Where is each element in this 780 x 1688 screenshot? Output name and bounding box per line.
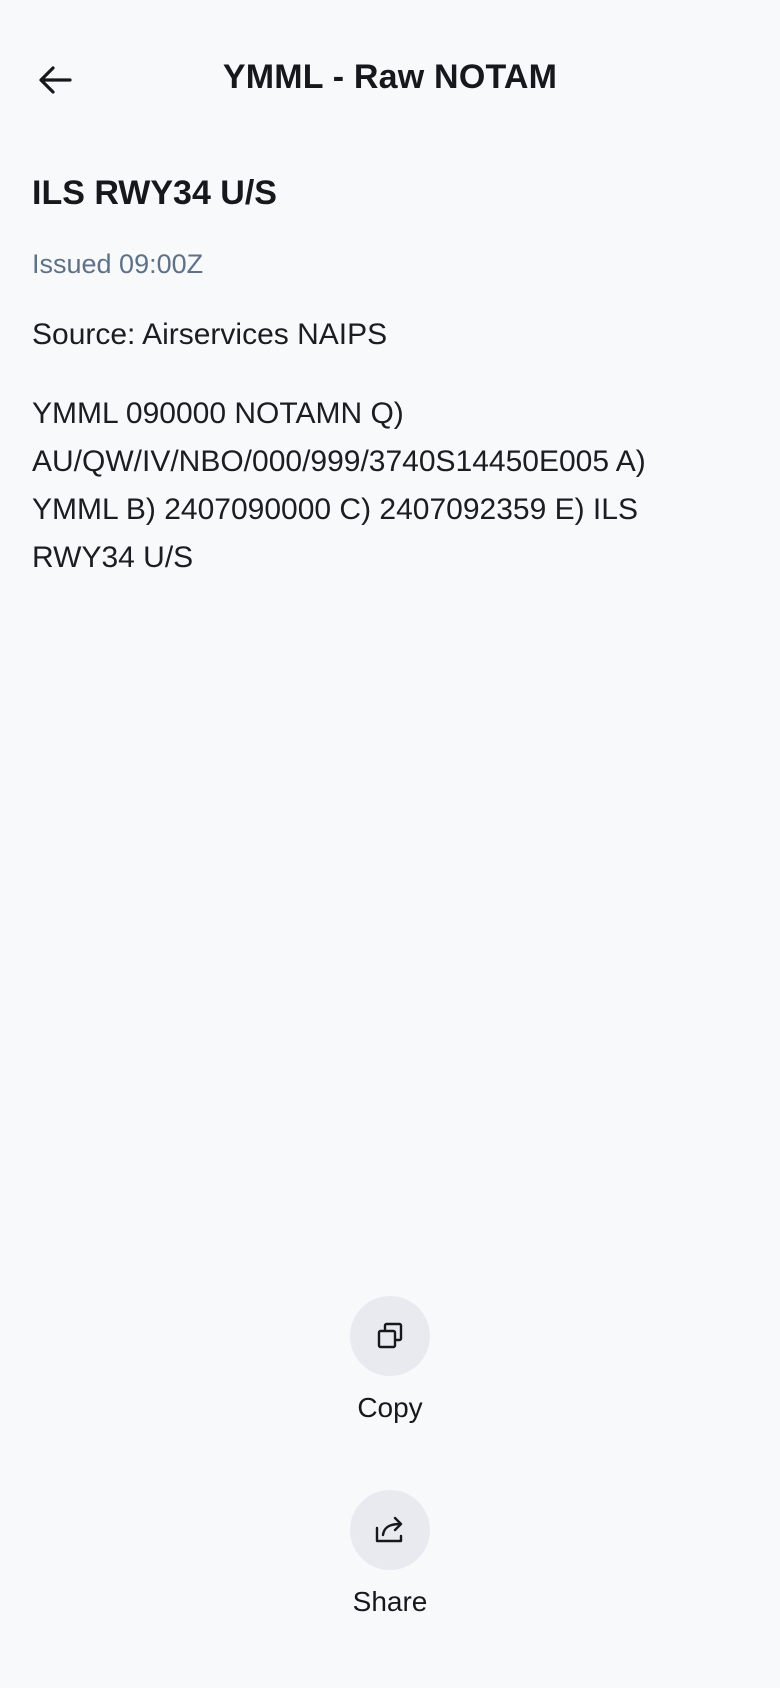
copy-button-circle[interactable] (350, 1296, 430, 1376)
issued-time: Issued 09:00Z (32, 249, 204, 279)
share-icon (375, 1516, 403, 1543)
share-label: Share (352, 1586, 428, 1617)
copy-label: Copy (357, 1392, 423, 1423)
copy-button[interactable]: Copy (0, 1296, 780, 1424)
share-button[interactable]: Share (0, 1490, 780, 1618)
page-title: YMML - Raw NOTAM (222, 58, 558, 96)
share-button-circle[interactable] (350, 1490, 430, 1570)
raw-notam-text: YMML 090000 NOTAMN Q) AU/QW/IV/NBO/000/9… (32, 397, 646, 574)
copy-icon (377, 1322, 403, 1349)
notam-detail: ILS RWY34 U/S Issued 09:00Z Source: Airs… (32, 170, 748, 582)
app-header: YMML - Raw NOTAM (0, 40, 780, 120)
notam-title: ILS RWY34 U/S (32, 174, 277, 212)
notam-source: Source: Airservices NAIPS (32, 318, 388, 351)
